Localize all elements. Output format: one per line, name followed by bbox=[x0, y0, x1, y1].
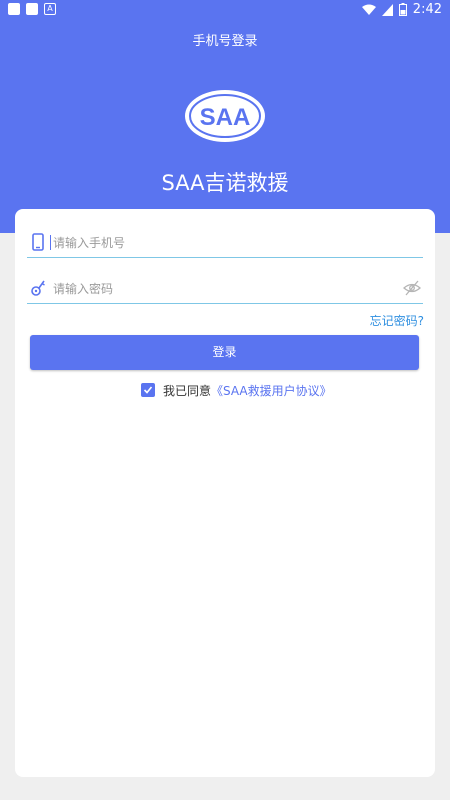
status-bar: A 2:42 bbox=[0, 0, 450, 20]
agreement-row: 我已同意 《SAA救援用户协议》 bbox=[141, 382, 332, 398]
notification-a-icon: A bbox=[44, 3, 56, 15]
login-button[interactable]: 登录 bbox=[30, 335, 419, 370]
system-icons: 2:42 bbox=[361, 2, 442, 17]
key-icon bbox=[31, 280, 45, 296]
eye-off-icon[interactable] bbox=[403, 280, 421, 296]
logo-text: SAA bbox=[200, 104, 251, 131]
agreement-text: 我已同意 bbox=[163, 383, 212, 398]
saa-logo: SAA bbox=[185, 90, 265, 142]
status-time: 2:42 bbox=[412, 2, 442, 17]
signal-icon bbox=[381, 3, 393, 16]
agreement-link[interactable]: 《SAA救援用户协议》 bbox=[211, 382, 332, 399]
password-input[interactable] bbox=[51, 275, 395, 303]
phone-input[interactable] bbox=[51, 229, 395, 257]
wifi-icon bbox=[361, 4, 376, 15]
notification-icon bbox=[26, 3, 38, 15]
notification-icons: A bbox=[8, 3, 56, 15]
password-field bbox=[27, 275, 423, 304]
app-name: SAA吉诺救援 bbox=[161, 171, 289, 195]
notification-icon bbox=[8, 3, 20, 15]
agreement-checkbox[interactable] bbox=[141, 383, 155, 397]
login-card: 忘记密码? 登录 我已同意 《SAA救援用户协议》 bbox=[15, 209, 435, 777]
page-title: 手机号登录 bbox=[192, 34, 258, 49]
phone-field bbox=[27, 229, 423, 258]
battery-icon bbox=[398, 3, 407, 16]
forgot-password-link[interactable]: 忘记密码? bbox=[370, 312, 424, 329]
phone-icon bbox=[32, 233, 44, 251]
checkmark-icon bbox=[143, 386, 153, 394]
